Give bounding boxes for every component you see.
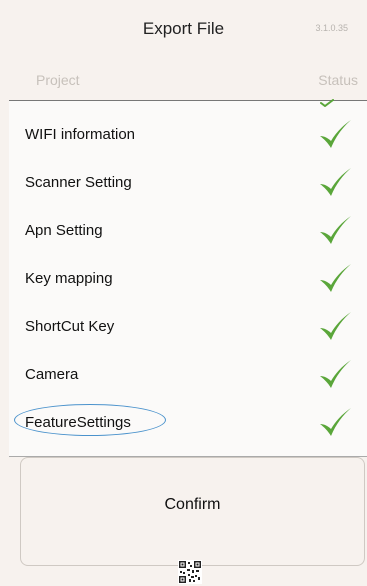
list-item-apn-setting[interactable]: Apn Setting [9,208,367,256]
page-title: Export File [142,19,225,38]
qr-code-icon [178,560,202,584]
checkmark-icon [320,216,351,244]
list-item-label: ShortCut Key [25,318,115,335]
checkmark-icon [320,168,351,196]
list-item-key-mapping[interactable]: Key mapping [9,256,367,304]
header: Export File 3.1.0.35 [0,0,367,58]
list-item-label: Camera [25,366,79,383]
checkmark-icon [320,312,351,340]
version-label: 3.1.0.35 [315,23,348,33]
checkmark-icon [320,99,334,107]
confirm-button-label: Confirm [164,496,221,513]
list-item-featuresettings[interactable]: FeatureSettings [9,400,367,448]
checkmark-icon [320,264,351,292]
list-item-camera[interactable]: Camera [9,352,367,400]
checkmark-icon [320,408,351,436]
list-item-label: FeatureSettings [25,414,131,431]
status-column-label: Status [318,72,358,88]
column-header: Project Status [0,58,367,100]
checkmark-icon [320,120,351,148]
list-item-scanner-setting[interactable]: Scanner Setting [9,160,367,208]
list-item-label: Scanner Setting [25,174,132,191]
export-item-list[interactable]: WIFI information Scanner Setting Apn Set… [9,99,367,457]
project-column-label: Project [36,72,80,88]
list-item-label: WIFI information [25,126,136,143]
checkmark-icon [320,360,351,388]
list-item-shortcut-key[interactable]: ShortCut Key [9,304,367,352]
list-item-wifi-information[interactable]: WIFI information [9,112,367,160]
list-item-label: Key mapping [25,270,113,287]
list-item-label: Apn Setting [25,222,103,239]
confirm-button[interactable]: Confirm [20,457,365,566]
